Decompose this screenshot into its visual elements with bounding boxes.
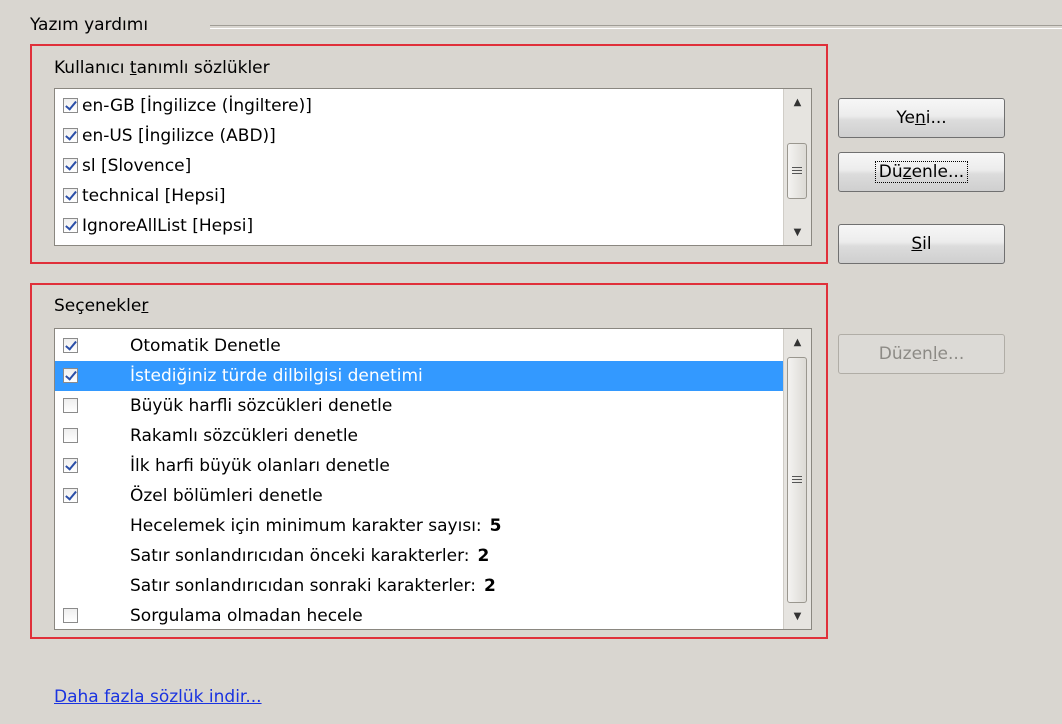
options-list[interactable]: Otomatik Denetle İstediğiniz türde dilbi… — [54, 328, 812, 630]
dictionary-item[interactable]: en-GB [İngilizce (İngiltere)] — [55, 91, 782, 121]
option-item-label: Satır sonlandırıcıdan önceki karakterler… — [130, 546, 490, 566]
scroll-up-arrow-icon[interactable]: ▲ — [784, 329, 811, 355]
focus-indicator: Düzenle... — [874, 161, 969, 183]
group-title: Yazım yardımı — [30, 12, 155, 38]
download-more-dictionaries-link[interactable]: Daha fazla sözlük indir... — [54, 684, 262, 710]
dictionary-item[interactable]: en-US [İngilizce (ABD)] — [55, 121, 782, 151]
checkbox[interactable] — [63, 218, 78, 233]
grip-icon — [792, 167, 802, 175]
checkbox[interactable] — [63, 458, 78, 473]
scroll-up-arrow-icon[interactable]: ▲ — [784, 89, 811, 115]
option-item[interactable]: Otomatik Denetle — [55, 331, 786, 361]
dictionary-item[interactable]: sl [Slovence] — [55, 151, 782, 181]
delete-dictionary-button[interactable]: Sil — [838, 224, 1005, 264]
option-value: 2 — [477, 546, 490, 566]
option-item[interactable]: Özel bölümleri denetle — [55, 481, 786, 511]
dictionary-item-label: IgnoreAllList [Hepsi] — [82, 216, 254, 236]
dictionary-item-label: sl [Slovence] — [82, 156, 192, 176]
option-item[interactable]: Satır sonlandırıcıdan önceki karakterler… — [55, 541, 786, 571]
checkbox[interactable] — [63, 158, 78, 173]
edit-option-button: Düzen l e... — [838, 334, 1005, 374]
dictionary-item-label: en-GB [İngilizce (İngiltere)] — [82, 96, 312, 116]
option-item-label: Otomatik Denetle — [130, 336, 281, 356]
option-item[interactable]: Rakamlı sözcükleri denetle — [55, 421, 786, 451]
scroll-down-arrow-icon[interactable]: ▼ — [784, 219, 811, 245]
dictionaries-list[interactable]: en-GB [İngilizce (İngiltere)] en-US [İng… — [54, 88, 812, 246]
dictionaries-scrollbar[interactable]: ▲ ▼ — [783, 89, 811, 245]
option-item-label: Özel bölümleri denetle — [130, 486, 323, 506]
option-item[interactable]: Hecelemek için minimum karakter sayısı: 5 — [55, 511, 786, 541]
options-scrollbar[interactable]: ▲ ▼ — [783, 329, 811, 629]
checkbox[interactable] — [63, 428, 78, 443]
new-dictionary-button[interactable]: Ye n i... — [838, 98, 1005, 138]
checkbox[interactable] — [63, 128, 78, 143]
group-separator-line — [210, 25, 1062, 29]
option-item-label: Büyük harfli sözcükleri denetle — [130, 396, 393, 416]
option-item-label: İlk harfi büyük olanları denetle — [130, 456, 390, 476]
checkbox[interactable] — [63, 188, 78, 203]
checkbox[interactable] — [63, 488, 78, 503]
scrollbar-thumb[interactable] — [787, 143, 807, 199]
option-item[interactable]: İlk harfi büyük olanları denetle — [55, 451, 786, 481]
option-item-label: İstediğiniz türde dilbilgisi denetimi — [130, 366, 423, 386]
option-item[interactable]: İstediğiniz türde dilbilgisi denetimi — [55, 361, 786, 391]
option-item-label: Sorgulama olmadan hecele — [130, 606, 363, 626]
checkbox[interactable] — [63, 338, 78, 353]
options-label: Seçenekler — [54, 296, 149, 316]
edit-dictionary-button[interactable]: Düzenle... — [838, 152, 1005, 192]
option-item-label: Hecelemek için minimum karakter sayısı: 5 — [130, 516, 502, 536]
dictionary-item-label: en-US [İngilizce (ABD)] — [82, 126, 276, 146]
option-value: 5 — [489, 516, 502, 536]
dictionaries-label: Kullanıcı tanımlı sözlükler — [54, 58, 270, 78]
checkbox[interactable] — [63, 608, 78, 623]
option-value: 2 — [483, 576, 496, 596]
dictionary-item[interactable]: IgnoreAllList [Hepsi] — [55, 211, 782, 241]
option-item[interactable]: Sorgulama olmadan hecele — [55, 601, 786, 629]
option-item[interactable]: Büyük harfli sözcükleri denetle — [55, 391, 786, 421]
scrollbar-thumb[interactable] — [787, 357, 807, 603]
option-item-label: Rakamlı sözcükleri denetle — [130, 426, 359, 446]
dictionary-item-label: technical [Hepsi] — [82, 186, 226, 206]
checkbox[interactable] — [63, 98, 78, 113]
dictionary-item[interactable]: technical [Hepsi] — [55, 181, 782, 211]
checkbox[interactable] — [63, 398, 78, 413]
checkbox[interactable] — [63, 368, 78, 383]
scroll-down-arrow-icon[interactable]: ▼ — [784, 603, 811, 629]
option-item-label: Satır sonlandırıcıdan sonraki karakterle… — [130, 576, 496, 596]
grip-icon — [792, 476, 802, 484]
option-item[interactable]: Satır sonlandırıcıdan sonraki karakterle… — [55, 571, 786, 601]
